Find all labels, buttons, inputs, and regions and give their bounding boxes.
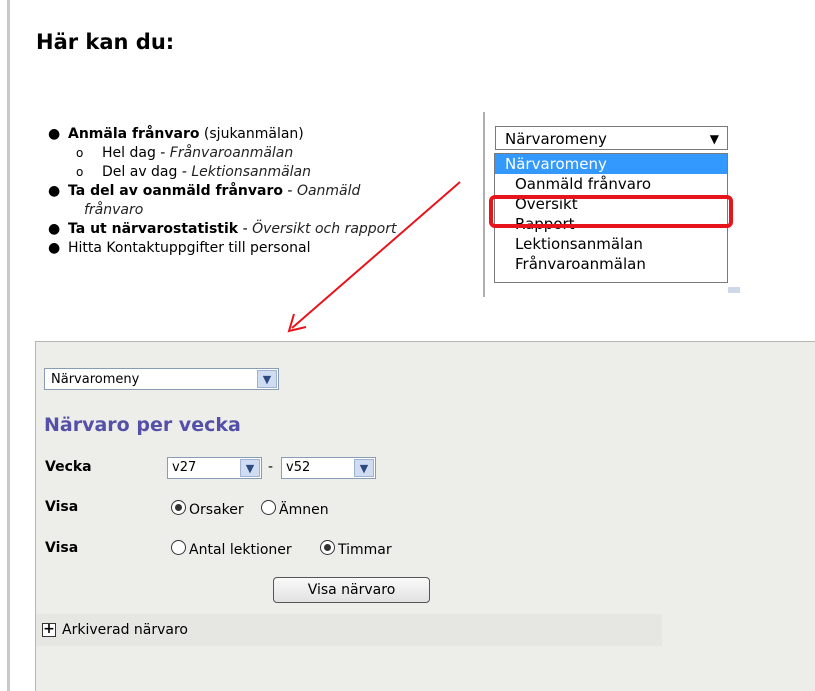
archived-attendance-label[interactable]: Arkiverad närvaro bbox=[62, 622, 188, 638]
week-range-dash: - bbox=[268, 459, 274, 475]
left-border bbox=[7, 0, 10, 691]
panel-menu-select[interactable]: Närvaromeny ▼ bbox=[44, 368, 279, 390]
bullet-icon: ● bbox=[48, 240, 61, 256]
show-label-2: Visa bbox=[45, 540, 79, 556]
radio-causes[interactable] bbox=[171, 500, 186, 515]
radio-hours[interactable] bbox=[320, 540, 335, 555]
scrollbar-nub bbox=[728, 287, 740, 293]
attendance-panel: Närvaromeny ▼ Närvaro per vecka Vecka v2… bbox=[35, 341, 815, 691]
bullet-icon: ● bbox=[48, 126, 61, 142]
expand-plus-icon[interactable]: + bbox=[42, 622, 56, 637]
archived-attendance-row[interactable]: + Arkiverad närvaro bbox=[36, 614, 662, 646]
radio-subjects[interactable] bbox=[261, 500, 276, 515]
page-heading: Här kan du: bbox=[36, 30, 175, 54]
menu-select[interactable]: Närvaromeny ▼ bbox=[495, 126, 728, 150]
chevron-down-icon[interactable]: ▼ bbox=[257, 370, 277, 388]
bullet-icon: ● bbox=[48, 221, 61, 237]
week-label: Vecka bbox=[45, 459, 92, 475]
highlight-oversikt bbox=[489, 195, 733, 228]
dropdown-arrow-icon[interactable]: ▼ bbox=[710, 127, 719, 151]
chevron-down-icon[interactable]: ▼ bbox=[240, 459, 260, 477]
list-subitem-full-day: o Hel dag - Frånvaroanmälan bbox=[76, 145, 294, 161]
option-oanmald-franvaro[interactable]: Oanmäld frånvaro bbox=[495, 174, 727, 194]
bullet-icon: ● bbox=[48, 183, 61, 199]
option-narvaromeny[interactable]: Närvaromeny bbox=[495, 154, 727, 174]
chevron-down-icon[interactable]: ▼ bbox=[354, 459, 374, 477]
circle-bullet-icon: o bbox=[76, 165, 84, 179]
list-item-report-absence: ● Anmäla frånvaro (sjukanmälan) bbox=[48, 126, 304, 142]
panel-title: Närvaro per vecka bbox=[44, 414, 241, 436]
option-lektionsanmalan[interactable]: Lektionsanmälan bbox=[495, 234, 727, 254]
radio-lessons[interactable] bbox=[171, 540, 186, 555]
radio-hours-label: Timmar bbox=[338, 542, 392, 558]
show-label-1: Visa bbox=[45, 499, 79, 515]
circle-bullet-icon: o bbox=[76, 146, 84, 160]
radio-subjects-label: Ämnen bbox=[279, 502, 329, 518]
option-franvaroanmalan[interactable]: Frånvaroanmälan bbox=[495, 254, 727, 274]
pointer-arrow-icon bbox=[287, 181, 461, 333]
radio-causes-label: Orsaker bbox=[189, 502, 244, 518]
week-from-select[interactable]: v27 ▼ bbox=[167, 457, 262, 479]
week-to-select[interactable]: v52 ▼ bbox=[281, 457, 376, 479]
show-attendance-button[interactable]: Visa närvaro bbox=[273, 577, 430, 603]
radio-lessons-label: Antal lektioner bbox=[189, 542, 292, 558]
